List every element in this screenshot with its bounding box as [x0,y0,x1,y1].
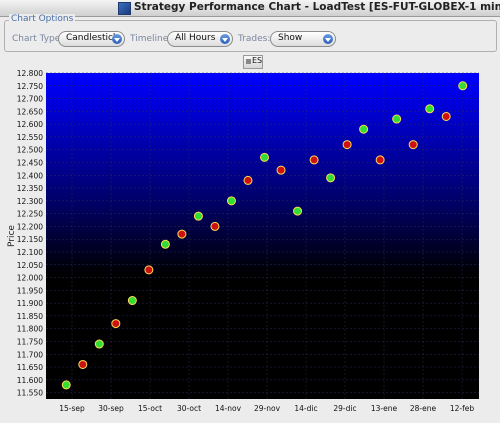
y-axis-label: Price [7,225,17,247]
trade-marker [276,165,286,175]
y-tick-label: 12.350 [17,184,43,193]
price-chart: 12.800 12.750 12.700 12.650 12.600 12.550 12.5… [7,69,479,413]
y-tick-label: 12.050 [17,261,43,270]
y-tick-label: 12.200 [17,222,43,231]
y-tick-label: 12.150 [17,235,43,244]
trade-marker [260,152,269,162]
chevron-down-icon [112,34,122,44]
series-toggle-button[interactable]: ES [243,55,263,69]
timeline-value: All Hours [175,33,216,43]
series-toggle-label: ES [252,56,263,65]
trade-marker [210,221,220,231]
series-swatch [246,59,251,64]
y-tick-label: 12.800 [17,69,43,78]
x-tick-label: 29-dic [333,404,356,413]
trade-marker [326,173,336,183]
x-tick-label: 15-sep [59,404,85,413]
y-axis: 12.800 12.750 12.700 12.650 12.600 12.550 12.5… [17,69,43,398]
chevron-down-icon [323,34,333,44]
x-tick-label: 29-nov [254,404,281,413]
timeline-select[interactable]: All Hours [167,31,233,47]
y-tick-label: 12.100 [17,248,43,257]
trade-marker [441,111,451,121]
x-tick-label: 30-oct [177,404,201,413]
y-tick-label: 12.500 [17,146,43,155]
y-tick-label: 11.900 [17,299,43,308]
x-tick-label: 13-ene [371,404,398,413]
y-tick-label: 12.600 [17,120,43,129]
trade-marker [425,104,435,114]
app-icon [118,2,131,15]
chevron-down-icon [220,34,230,44]
trade-marker [293,206,303,216]
y-tick-label: 11.950 [17,286,43,295]
y-tick-label: 12.250 [17,210,43,219]
window-title: Strategy Performance Chart - LoadTest [E… [134,1,500,13]
y-tick-label: 12.300 [17,197,43,206]
trade-marker [160,239,170,249]
trade-marker [127,296,137,306]
trade-marker [342,140,352,150]
trades-select[interactable]: Show [270,31,336,47]
x-tick-label: 14-dic [294,404,317,413]
y-tick-label: 12.400 [17,171,43,180]
trade-marker [144,265,154,275]
chart-type-select[interactable]: Candlestick [58,31,125,47]
trades-label: Trades: [238,34,271,44]
y-tick-label: 11.800 [17,325,43,334]
timeline-label: Timeline: [130,34,172,44]
trade-marker [408,140,418,150]
trade-marker [177,229,187,239]
trade-marker [193,211,203,221]
y-tick-label: 11.600 [17,376,43,385]
x-tick-label: 28-ene [410,404,437,413]
trade-marker [78,359,88,369]
trade-marker [243,175,253,185]
y-tick-label: 12.700 [17,95,43,104]
x-tick-label: 30-sep [98,404,124,413]
chart-options-legend: Chart Options [9,14,76,24]
trade-marker [375,155,385,165]
y-tick-label: 11.550 [17,389,43,398]
trade-marker [111,319,121,329]
y-tick-label: 11.850 [17,312,43,321]
chart-type-label: Chart Type: [12,34,64,44]
trade-marker [309,155,319,165]
y-tick-label: 12.650 [17,107,43,116]
y-tick-label: 11.750 [17,337,43,346]
chart-type-value: Candlestick [66,33,119,43]
x-tick-label: 14-nov [215,404,242,413]
x-tick-label: 15-oct [138,404,162,413]
trade-marker [226,196,236,206]
trade-marker [359,124,369,134]
trade-marker [458,81,468,91]
y-tick-label: 12.450 [17,158,43,167]
y-tick-label: 11.650 [17,363,43,372]
y-tick-label: 12.550 [17,133,43,142]
trades-value: Show [278,33,303,43]
trade-marker [392,114,402,124]
x-tick-label: 12-feb [450,404,475,413]
x-axis: 15-sep 30-sep 15-oct 30-oct 14-nov 29-nov 14-d… [59,404,474,413]
y-tick-label: 12.750 [17,82,43,91]
trade-marker [94,339,104,349]
y-tick-label: 11.700 [17,350,43,359]
y-tick-label: 12.000 [17,274,43,283]
trade-marker [61,380,71,390]
